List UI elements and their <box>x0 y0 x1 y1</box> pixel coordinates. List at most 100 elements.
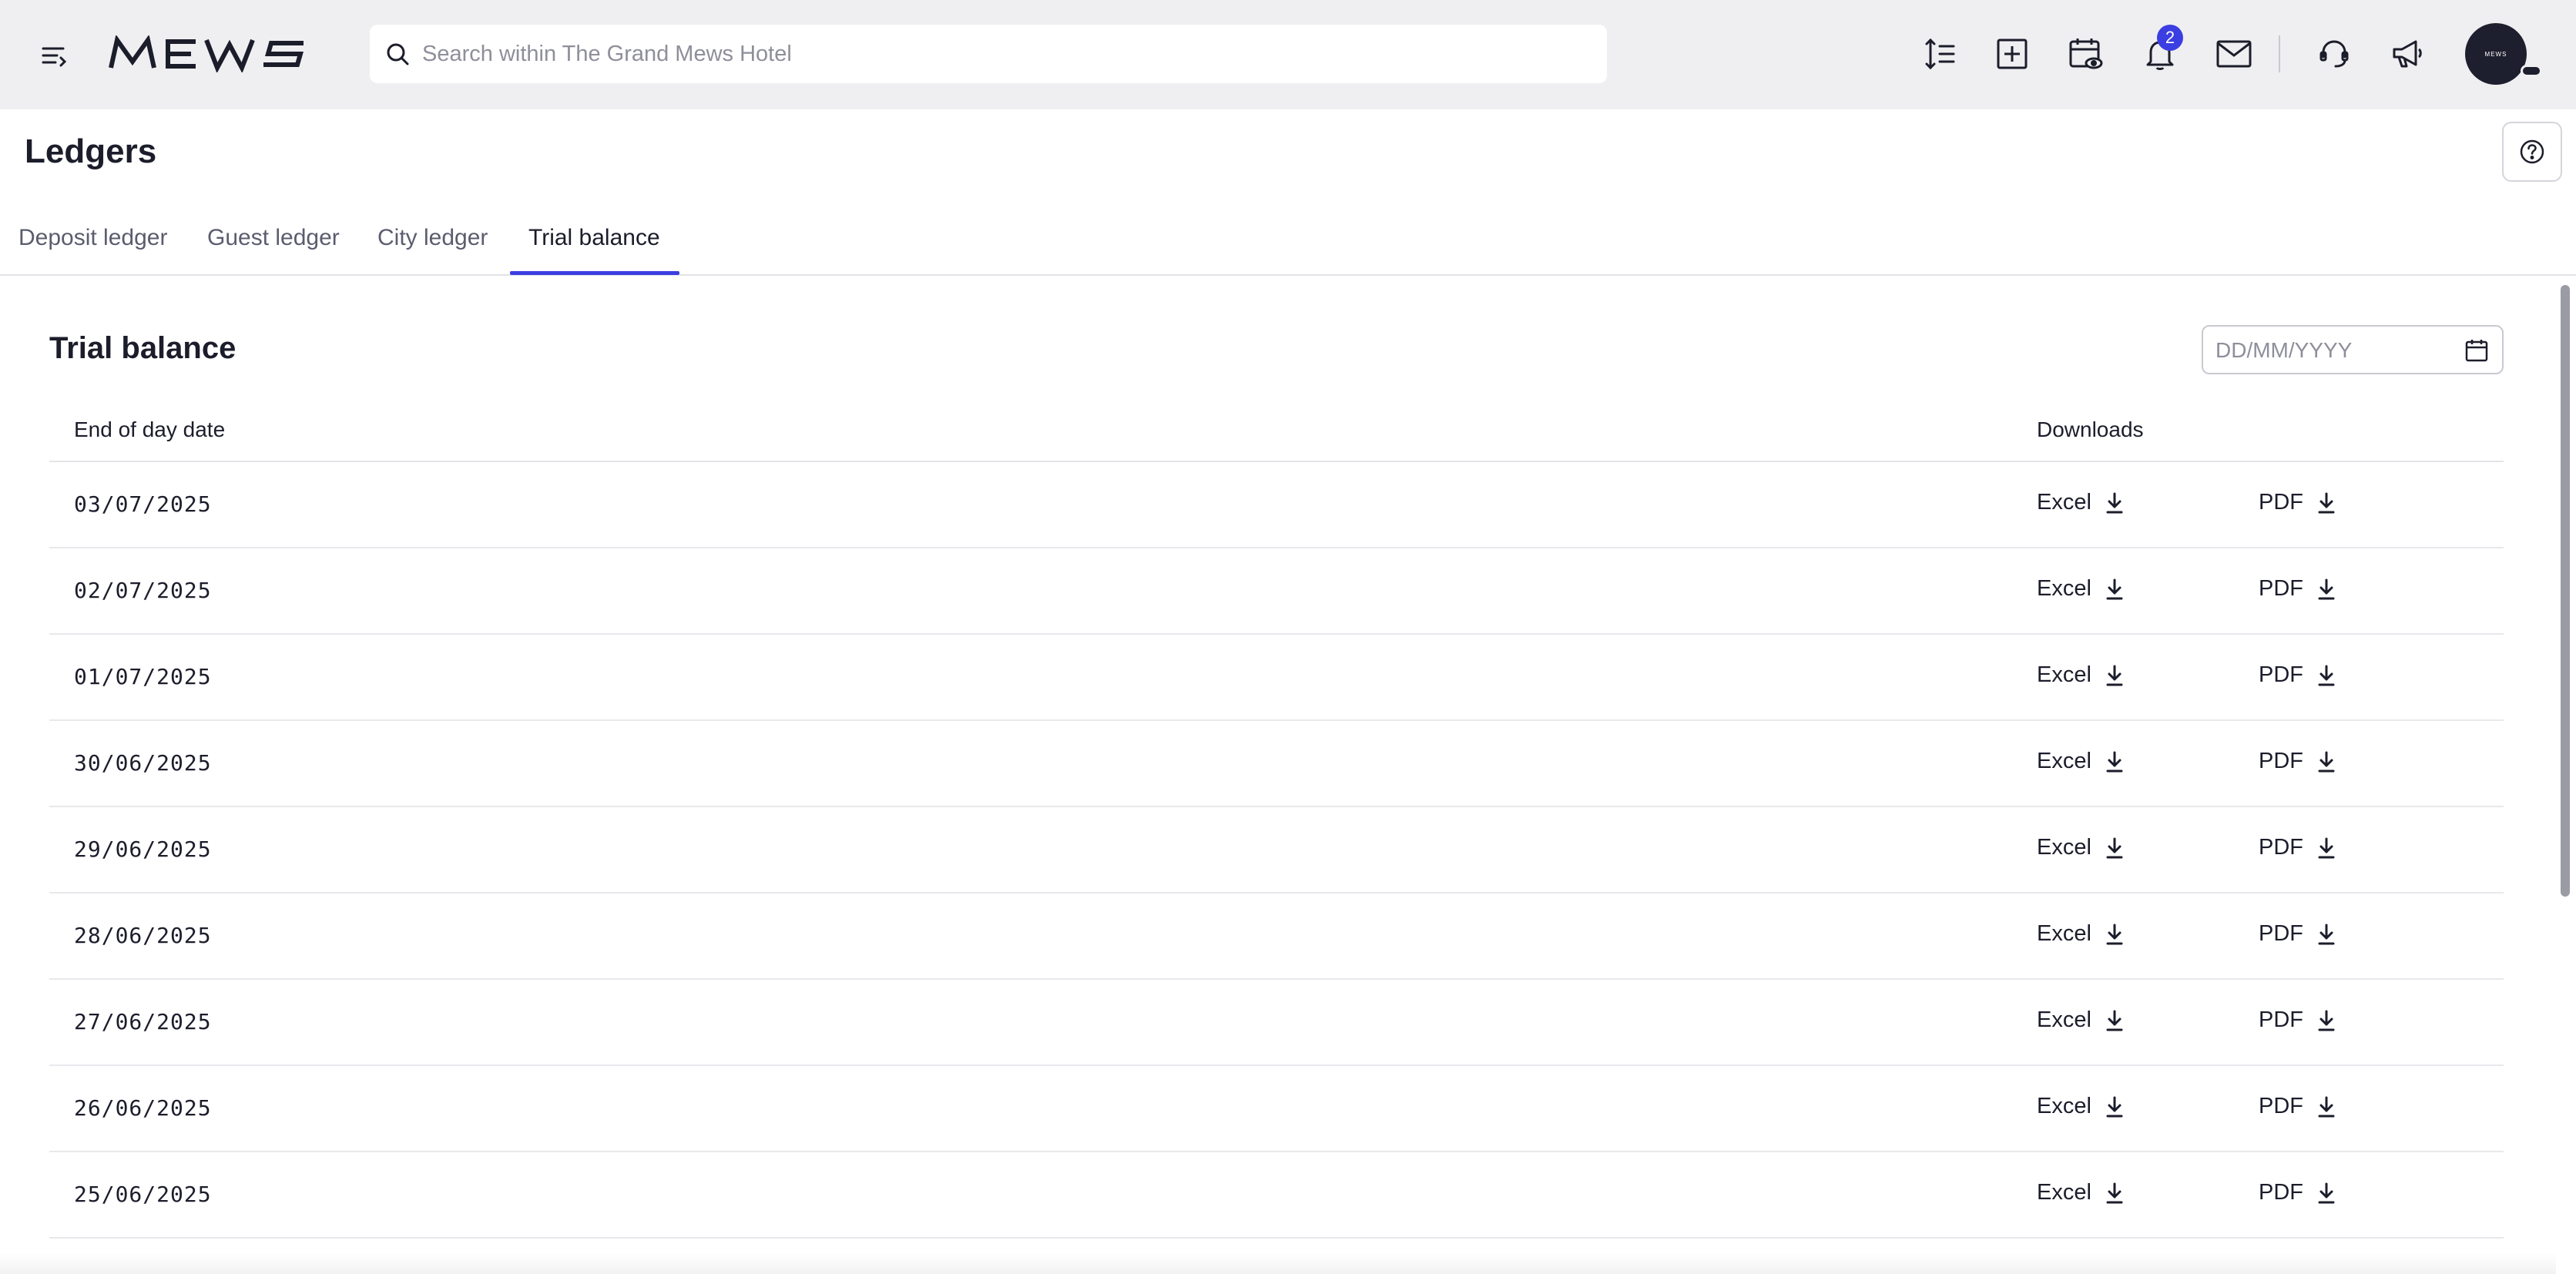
scrollbar-thumb[interactable] <box>2561 285 2570 897</box>
search-bar[interactable] <box>370 25 1607 83</box>
table-row: 01/07/2025 Excel PDF <box>49 635 2504 721</box>
download-icon <box>2317 664 2336 687</box>
excel-download-label: Excel <box>2037 490 2091 515</box>
pdf-download-label: PDF <box>2259 1007 2303 1032</box>
pdf-download-button[interactable]: PDF <box>2259 576 2336 602</box>
table-row: 25/06/2025 Excel PDF <box>49 1152 2504 1239</box>
table-row: 27/06/2025 Excel PDF <box>49 980 2504 1066</box>
date-filter[interactable] <box>2202 325 2504 374</box>
pdf-download-label: PDF <box>2259 490 2303 515</box>
table-row: 26/06/2025 Excel PDF <box>49 1066 2504 1152</box>
table-row: 02/07/2025 Excel PDF <box>49 548 2504 635</box>
excel-download-button[interactable]: Excel <box>2037 1007 2124 1033</box>
end-of-day-date: 28/06/2025 <box>74 923 212 948</box>
table-row: 29/06/2025 Excel PDF <box>49 807 2504 893</box>
end-of-day-date: 26/06/2025 <box>74 1095 212 1121</box>
download-icon <box>2105 491 2124 515</box>
calendar-icon[interactable] <box>2464 337 2490 364</box>
add-icon[interactable] <box>1989 31 2035 77</box>
pdf-download-button[interactable]: PDF <box>2259 835 2336 860</box>
excel-download-label: Excel <box>2037 662 2091 687</box>
download-icon <box>2317 578 2336 601</box>
excel-download-button[interactable]: Excel <box>2037 662 2124 688</box>
calendar-view-icon[interactable] <box>2063 31 2109 77</box>
download-icon <box>2317 1095 2336 1118</box>
column-header-downloads: Downloads <box>2037 417 2144 441</box>
pdf-download-label: PDF <box>2259 1180 2303 1205</box>
pdf-download-label: PDF <box>2259 921 2303 946</box>
mews-logo[interactable] <box>108 34 308 74</box>
end-of-day-date: 01/07/2025 <box>74 664 212 689</box>
tab-city-ledger[interactable]: City ledger <box>377 225 488 251</box>
pdf-download-button[interactable]: PDF <box>2259 490 2336 515</box>
excel-download-button[interactable]: Excel <box>2037 1094 2124 1119</box>
end-of-day-date: 25/06/2025 <box>74 1182 212 1207</box>
download-icon <box>2105 1182 2124 1205</box>
pdf-download-button[interactable]: PDF <box>2259 662 2336 688</box>
excel-download-label: Excel <box>2037 921 2091 946</box>
tab-deposit-ledger[interactable]: Deposit ledger <box>18 225 167 251</box>
table-header: End of day date Downloads <box>49 401 2504 462</box>
download-icon <box>2105 664 2124 687</box>
pdf-download-button[interactable]: PDF <box>2259 749 2336 774</box>
menu-icon[interactable] <box>35 37 72 74</box>
density-icon[interactable] <box>1917 31 1963 77</box>
bottom-shadow <box>0 1252 2556 1274</box>
download-icon <box>2317 750 2336 773</box>
download-icon <box>2105 1009 2124 1032</box>
top-bar: 2 MEWS <box>0 0 2576 109</box>
excel-download-label: Excel <box>2037 1180 2091 1205</box>
excel-download-button[interactable]: Excel <box>2037 576 2124 602</box>
end-of-day-date: 03/07/2025 <box>74 491 212 517</box>
download-icon <box>2105 578 2124 601</box>
avatar[interactable]: MEWS <box>2465 23 2527 85</box>
download-icon <box>2105 836 2124 860</box>
excel-download-label: Excel <box>2037 1094 2091 1118</box>
download-icon <box>2105 923 2124 946</box>
download-icon <box>2317 1009 2336 1032</box>
end-of-day-date: 27/06/2025 <box>74 1009 212 1034</box>
excel-download-button[interactable]: Excel <box>2037 921 2124 947</box>
download-icon <box>2317 923 2336 946</box>
excel-download-label: Excel <box>2037 576 2091 601</box>
download-icon <box>2105 750 2124 773</box>
table-row: 28/06/2025 Excel PDF <box>49 893 2504 980</box>
tab-guest-ledger[interactable]: Guest ledger <box>207 225 340 251</box>
section-title: Trial balance <box>49 331 236 365</box>
end-of-day-date: 30/06/2025 <box>74 750 212 776</box>
excel-download-button[interactable]: Excel <box>2037 749 2124 774</box>
excel-download-button[interactable]: Excel <box>2037 490 2124 515</box>
pdf-download-button[interactable]: PDF <box>2259 1180 2336 1205</box>
excel-download-label: Excel <box>2037 749 2091 773</box>
pdf-download-button[interactable]: PDF <box>2259 1094 2336 1119</box>
mail-icon[interactable] <box>2211 31 2257 77</box>
tab-trial-balance[interactable]: Trial balance <box>528 225 660 251</box>
avatar-status-indicator <box>2521 65 2542 77</box>
pdf-download-label: PDF <box>2259 749 2303 773</box>
excel-download-label: Excel <box>2037 1007 2091 1032</box>
excel-download-button[interactable]: Excel <box>2037 835 2124 860</box>
end-of-day-date: 02/07/2025 <box>74 578 212 603</box>
megaphone-icon[interactable] <box>2385 31 2431 77</box>
excel-download-button[interactable]: Excel <box>2037 1180 2124 1205</box>
download-icon <box>2105 1095 2124 1118</box>
toolbar-divider <box>2279 35 2280 72</box>
download-icon <box>2317 836 2336 860</box>
search-input[interactable] <box>422 35 1578 72</box>
end-of-day-date: 29/06/2025 <box>74 836 212 862</box>
download-icon <box>2317 491 2336 515</box>
column-header-date: End of day date <box>74 417 226 441</box>
help-button[interactable] <box>2502 122 2562 182</box>
support-icon[interactable] <box>2311 31 2357 77</box>
pdf-download-button[interactable]: PDF <box>2259 921 2336 947</box>
active-tab-indicator <box>510 271 679 275</box>
download-icon <box>2317 1182 2336 1205</box>
date-filter-input[interactable] <box>2215 334 2447 367</box>
pdf-download-button[interactable]: PDF <box>2259 1007 2336 1033</box>
question-icon <box>2520 139 2544 164</box>
table-row: 30/06/2025 Excel PDF <box>49 721 2504 807</box>
search-icon <box>387 43 409 65</box>
notification-badge: 2 <box>2157 25 2183 51</box>
page-title: Ledgers <box>25 132 157 170</box>
pdf-download-label: PDF <box>2259 576 2303 601</box>
